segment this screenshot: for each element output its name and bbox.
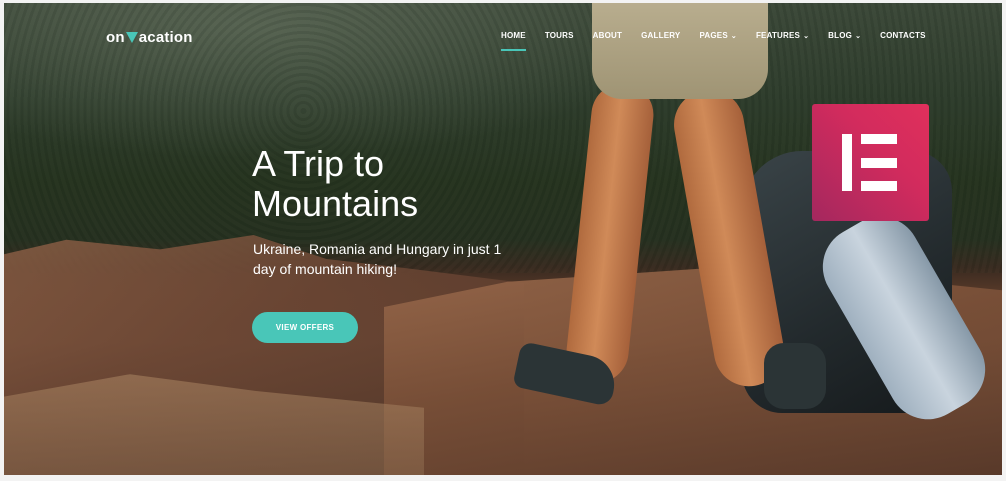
nav-item-label: BLOG [828,31,853,40]
logo-triangle-icon [125,32,138,43]
elementor-icon [812,104,929,221]
nav-item-label: ABOUT [592,31,623,40]
nav-item-features[interactable]: FEATURES ⌄ [756,31,809,40]
chevron-down-icon: ⌄ [803,33,810,40]
hero-subtitle: Ukraine, Romania and Hungary in just 1 d… [253,241,502,277]
nav-item-blog[interactable]: BLOG ⌄ [828,31,861,40]
nav-item-label: GALLERY [641,31,681,40]
hero-title-line-2: Mountains [252,183,419,224]
chevron-down-icon: ⌄ [855,33,862,40]
elementor-bar-bottom [861,181,897,191]
nav-item-tours[interactable]: TOURS [545,31,574,40]
hiker-right-sandal [764,343,826,409]
hero-title: A Trip to Mountains [252,144,552,224]
nav-item-home[interactable]: HOME [501,31,526,51]
nav-item-label: PAGES [699,31,728,40]
page-frame: on acation HOME TOURS ABOUT GALLERY PAGES ⌄ FEA… [4,3,1002,475]
logo-text-suffix: acation [138,29,193,46]
elementor-bar-middle [861,158,897,168]
nav-item-about[interactable]: ABOUT [593,31,622,40]
elementor-bar-top [861,134,897,144]
nav-item-pages[interactable]: PAGES ⌄ [699,31,737,40]
view-offers-button[interactable]: VIEW OFFERS [252,312,358,343]
hero-title-line-1: A Trip to [252,143,385,184]
nav-item-label: TOURS [544,31,574,40]
nav-item-label: CONTACTS [880,31,926,40]
nav-item-gallery[interactable]: GALLERY [641,31,680,40]
main-nav: HOME TOURS ABOUT GALLERY PAGES ⌄ FEATURES ⌄ BLOG… [501,31,945,51]
nav-item-label: FEATURES [755,31,801,40]
hiker-shorts [592,3,768,99]
nav-item-label: HOME [501,31,526,40]
nav-item-contacts[interactable]: CONTACTS [880,31,925,40]
logo-text-prefix: on [106,29,125,46]
chevron-down-icon: ⌄ [730,33,737,40]
site-logo[interactable]: on acation [106,29,193,46]
elementor-bar-vertical [842,134,852,191]
